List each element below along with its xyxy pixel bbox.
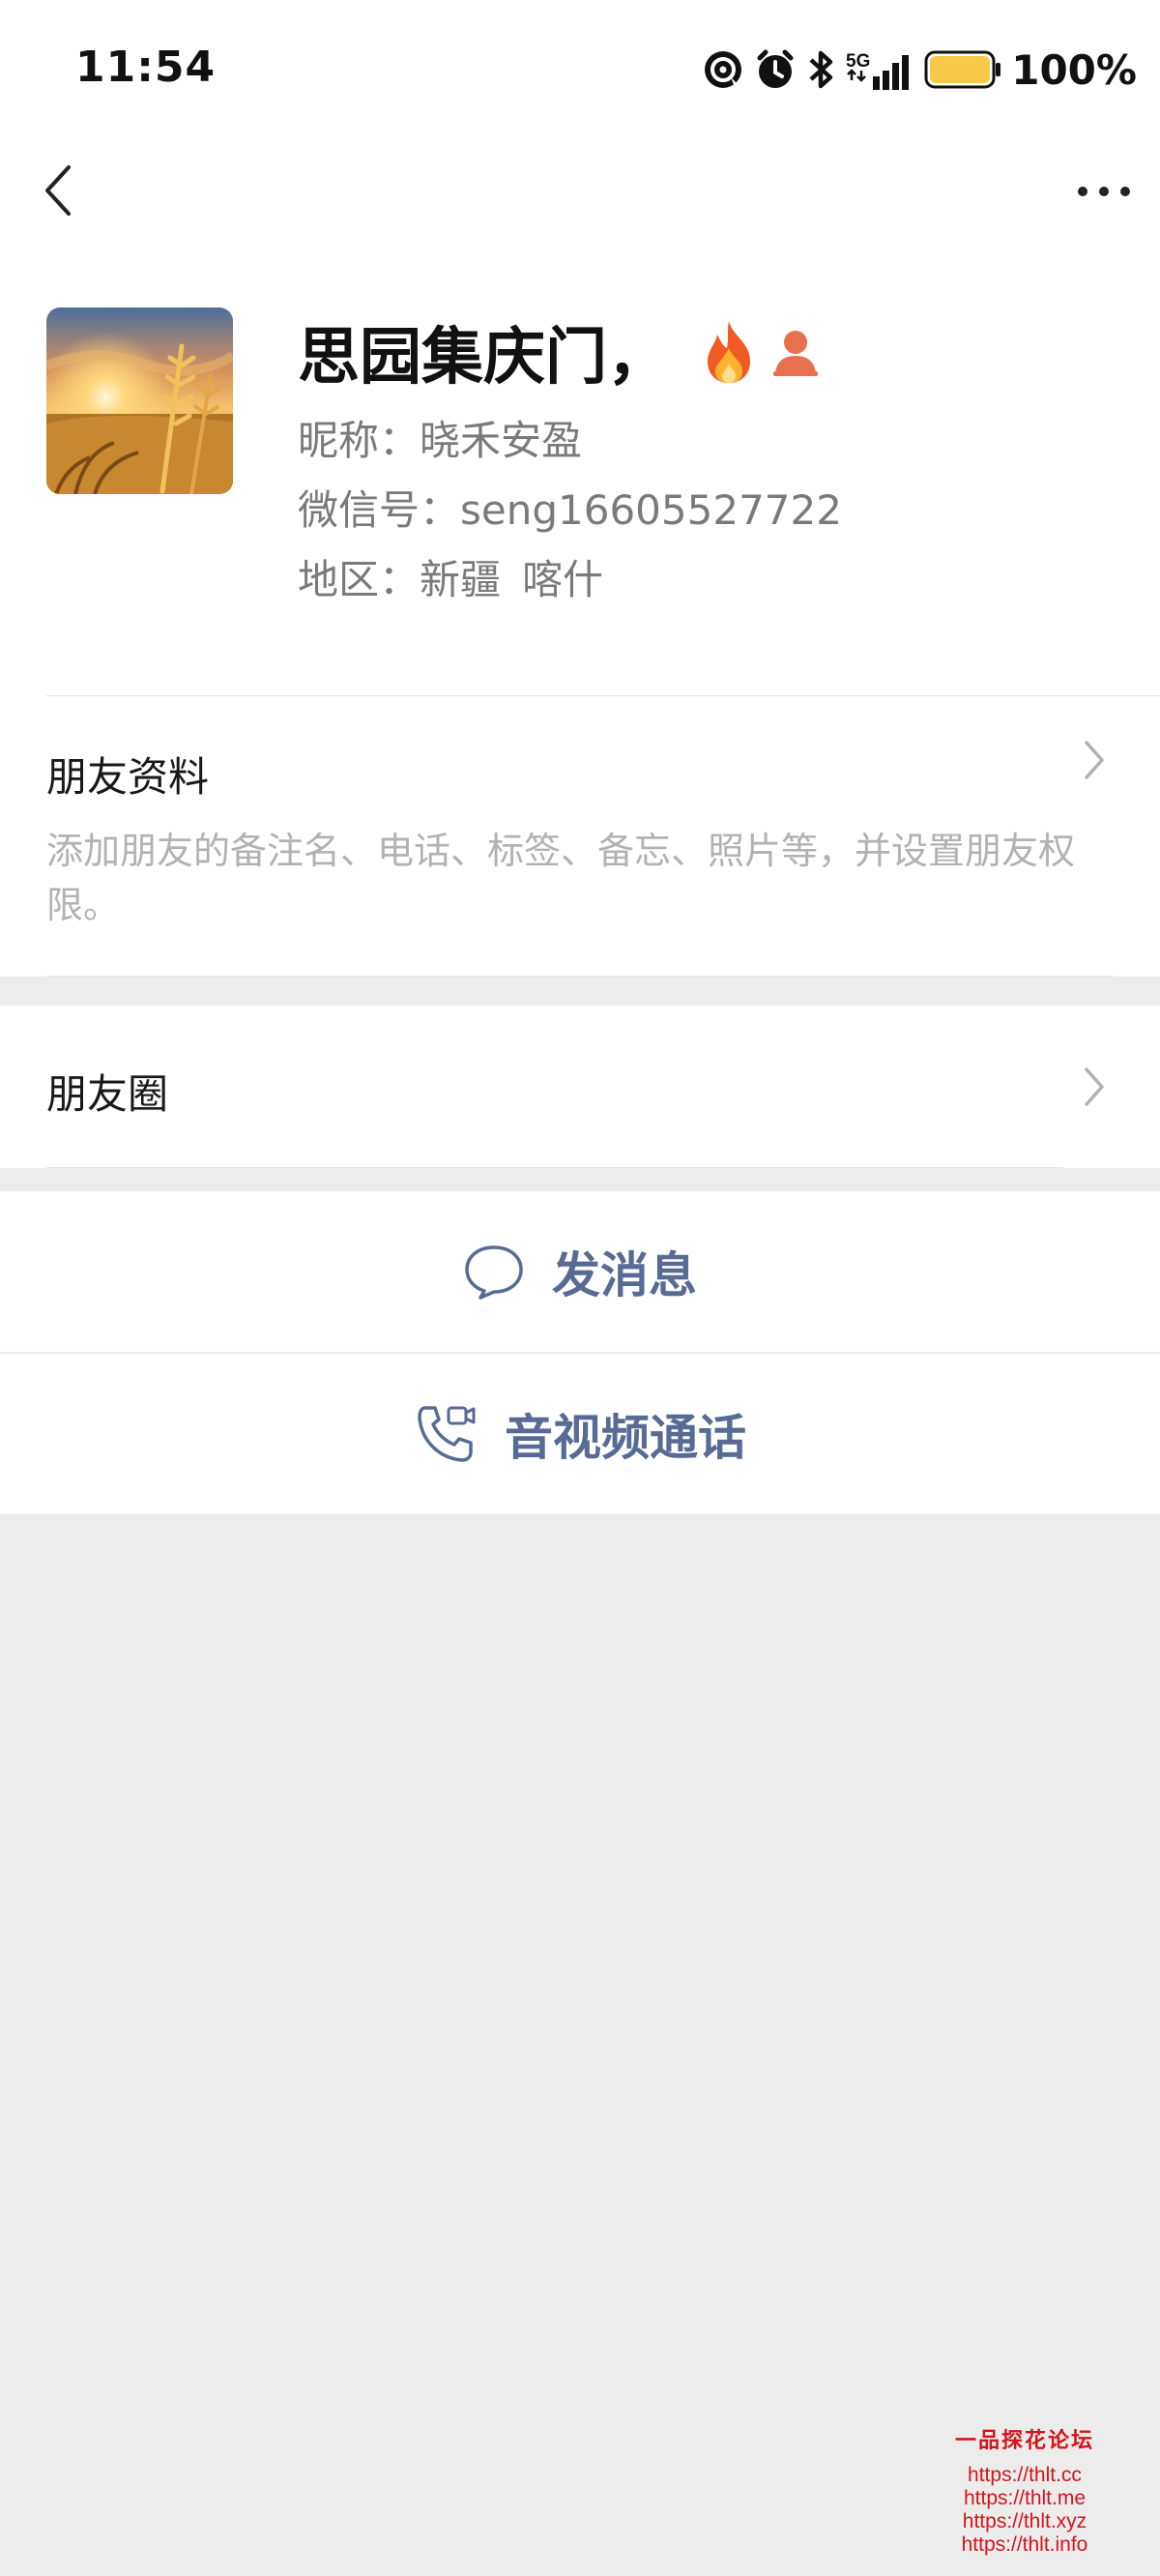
av-call-button[interactable]: 音视频通话 <box>0 1354 1160 1514</box>
send-message-label: 发消息 <box>552 1247 697 1303</box>
signal-5g-icon: 5G <box>845 47 914 92</box>
divider <box>46 1167 1063 1168</box>
wechat-id-label: 微信号： <box>298 486 461 534</box>
chat-bubble-icon <box>463 1244 525 1300</box>
back-button[interactable] <box>27 157 89 224</box>
nav-bar <box>0 145 1160 271</box>
nickname-line: 昵称：晓禾安盈 <box>298 408 582 467</box>
battery-percent: 100% <box>1011 45 1137 94</box>
region-line: 地区：新疆 喀什 <box>298 547 603 606</box>
avatar[interactable] <box>46 307 233 494</box>
chevron-right-icon <box>1077 1064 1112 1110</box>
profile-header: 思园集庆门， 昵称：晓禾安盈 微信号：seng16605527722 地区：新疆… <box>0 271 1160 696</box>
more-dots-icon <box>1078 187 1130 196</box>
friend-info-cell[interactable]: 朋友资料 添加朋友的备注名、电话、标签、备忘、照片等，并设置朋友权限。 <box>0 696 1160 977</box>
status-icons: 5G 100% <box>692 44 1137 95</box>
status-bar: 11:54 5G 100% <box>0 0 1160 145</box>
region-label: 地区： <box>298 556 420 603</box>
friend-info-title: 朋友资料 <box>46 753 210 801</box>
more-button[interactable] <box>1067 162 1141 220</box>
bluetooth-icon <box>806 48 835 91</box>
person-icon <box>771 327 820 377</box>
name-row: 思园集庆门， <box>298 311 820 394</box>
alarm-icon <box>754 48 797 91</box>
watermark-url: https://thlt.info <box>961 2533 1088 2556</box>
wechat-id-value: seng16605527722 <box>460 486 842 534</box>
region-province: 新疆 <box>420 556 502 603</box>
av-call-label: 音视频通话 <box>505 1410 746 1466</box>
chevron-right-icon <box>1077 737 1112 783</box>
wechat-id-line: 微信号：seng16605527722 <box>298 478 842 537</box>
watermark-url: https://thlt.cc <box>968 2464 1082 2486</box>
status-time: 11:54 <box>75 43 217 92</box>
nickname-label: 昵称： <box>298 417 420 464</box>
hotspot-icon <box>702 48 744 91</box>
watermark-title: 一品探花论坛 <box>954 2428 1094 2452</box>
region-city: 喀什 <box>522 556 604 603</box>
nickname-value: 晓禾安盈 <box>420 417 583 464</box>
phone-video-icon <box>414 1402 478 1466</box>
divider <box>46 976 1114 977</box>
display-name: 思园集庆门， <box>298 322 669 394</box>
watermark-url: https://thlt.xyz <box>962 2510 1088 2532</box>
contact-profile-page: 11:54 5G 100% 思园集庆门， 昵称：晓禾安盈 微信号：seng166… <box>0 0 1160 2576</box>
fire-icon <box>700 319 758 385</box>
watermark-url: https://thlt.me <box>963 2487 1087 2509</box>
moments-title: 朋友圈 <box>46 1070 169 1118</box>
watermark: 一品探花论坛 https://thlt.cc https://thlt.me h… <box>947 2423 1102 2557</box>
network-label: 5G <box>846 51 870 72</box>
friend-info-description: 添加朋友的备注名、电话、标签、备忘、照片等，并设置朋友权限。 <box>46 830 1076 926</box>
send-message-button[interactable]: 发消息 <box>0 1191 1160 1352</box>
battery-icon <box>924 49 1001 90</box>
name-badges <box>686 319 820 385</box>
moments-cell[interactable]: 朋友圈 <box>0 1006 1160 1168</box>
chevron-left-icon <box>45 165 71 216</box>
